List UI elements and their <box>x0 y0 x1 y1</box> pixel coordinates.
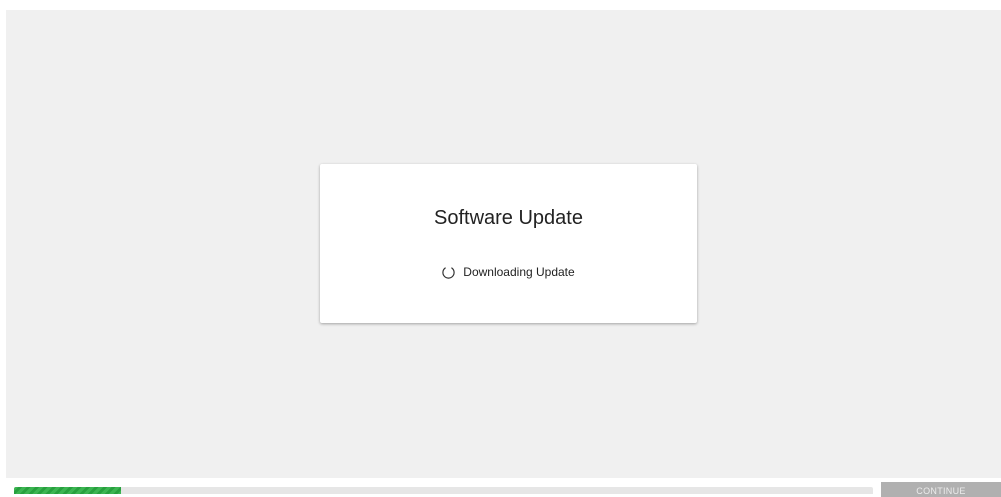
footer-bar: CONTINUE <box>0 478 1001 497</box>
download-status: Downloading Update <box>320 265 697 279</box>
status-text: Downloading Update <box>463 265 575 279</box>
dialog-title: Software Update <box>434 207 583 229</box>
progress-fill <box>14 487 122 494</box>
download-progress-bar <box>14 487 873 494</box>
update-screen: Software Update Downloading Update <box>6 10 1001 478</box>
update-dialog: Software Update Downloading Update <box>320 164 697 323</box>
spinner-icon <box>442 266 455 279</box>
continue-button[interactable]: CONTINUE <box>881 482 1001 497</box>
